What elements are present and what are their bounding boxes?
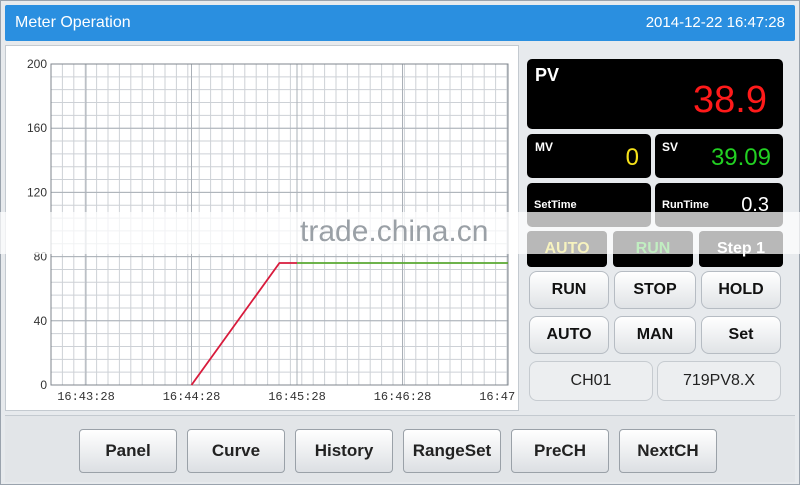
run-button[interactable]: RUN [529,271,609,309]
settime-label: SetTime [534,199,577,211]
set-button[interactable]: Set [701,316,781,354]
x-tick-label: 16:46:28 [374,390,432,404]
mv-display: MV 0 [527,134,651,178]
runtime-label: RunTime [662,199,709,211]
man-button[interactable]: MAN [614,316,696,354]
curve-button[interactable]: Curve [187,429,285,473]
stop-button[interactable]: STOP [614,271,696,309]
series-line-1 [190,262,297,386]
y-tick-label: 160 [27,121,47,135]
y-tick-label: 0 [40,378,47,392]
x-tick-label: 16:47:28 [479,390,518,404]
prech-button[interactable]: PreCH [511,429,609,473]
sv-label: SV [662,140,679,154]
mv-value: 0 [625,144,639,171]
pv-label: PV [535,65,560,85]
history-button[interactable]: History [295,429,393,473]
channel-name: CH01 [529,361,653,401]
y-tick-label: 40 [34,314,48,328]
sv-value: 39.09 [710,144,771,171]
datetime: 2014-12-22 16:47:28 [645,14,785,31]
mv-label: MV [535,140,553,154]
x-tick-label: 16:43:28 [57,390,115,404]
nextch-button[interactable]: NextCH [619,429,717,473]
pv-display: PV 38.9 [527,59,783,129]
watermark: trade.china.cn [300,215,489,248]
auto-button[interactable]: AUTO [529,316,609,354]
app-title: Meter Operation [15,14,131,31]
channel-model: 719PV8.X [657,361,781,401]
hold-button[interactable]: HOLD [701,271,781,309]
title-bar: Meter Operation 2014-12-22 16:47:28 [5,5,795,41]
pv-value: 38.9 [693,79,767,121]
x-tick-label: 16:44:28 [163,390,221,404]
y-tick-label: 200 [27,57,47,71]
x-tick-label: 16:45:28 [268,390,326,404]
bottom-toolbar: Panel Curve History RangeSet PreCH NextC… [5,415,795,482]
sv-display: SV 39.09 [655,134,783,178]
rangeset-button[interactable]: RangeSet [403,429,501,473]
y-tick-label: 120 [27,185,47,199]
panel-button[interactable]: Panel [79,429,177,473]
